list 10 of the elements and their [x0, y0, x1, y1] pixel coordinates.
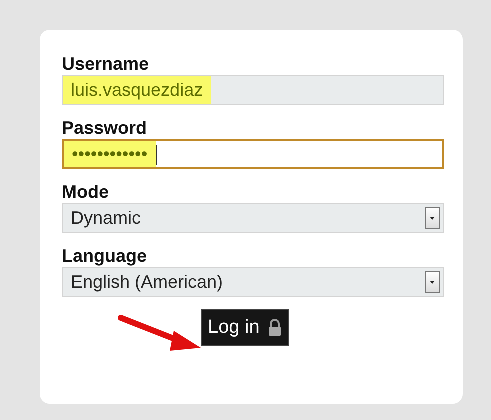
field-label: Password	[62, 117, 148, 139]
field-label: Language	[62, 245, 148, 267]
login-button[interactable]: Log in	[201, 309, 289, 346]
field-label: Mode	[62, 181, 110, 203]
dropdown[interactable]: Dynamic	[62, 203, 444, 233]
field-label: Username	[62, 53, 150, 75]
dropdown[interactable]: English (American)	[62, 267, 444, 297]
username-field[interactable]: luis.vasquezdiaz	[62, 75, 444, 105]
password-field[interactable]: ••••••••••••	[62, 139, 444, 169]
lock-icon	[268, 319, 282, 336]
